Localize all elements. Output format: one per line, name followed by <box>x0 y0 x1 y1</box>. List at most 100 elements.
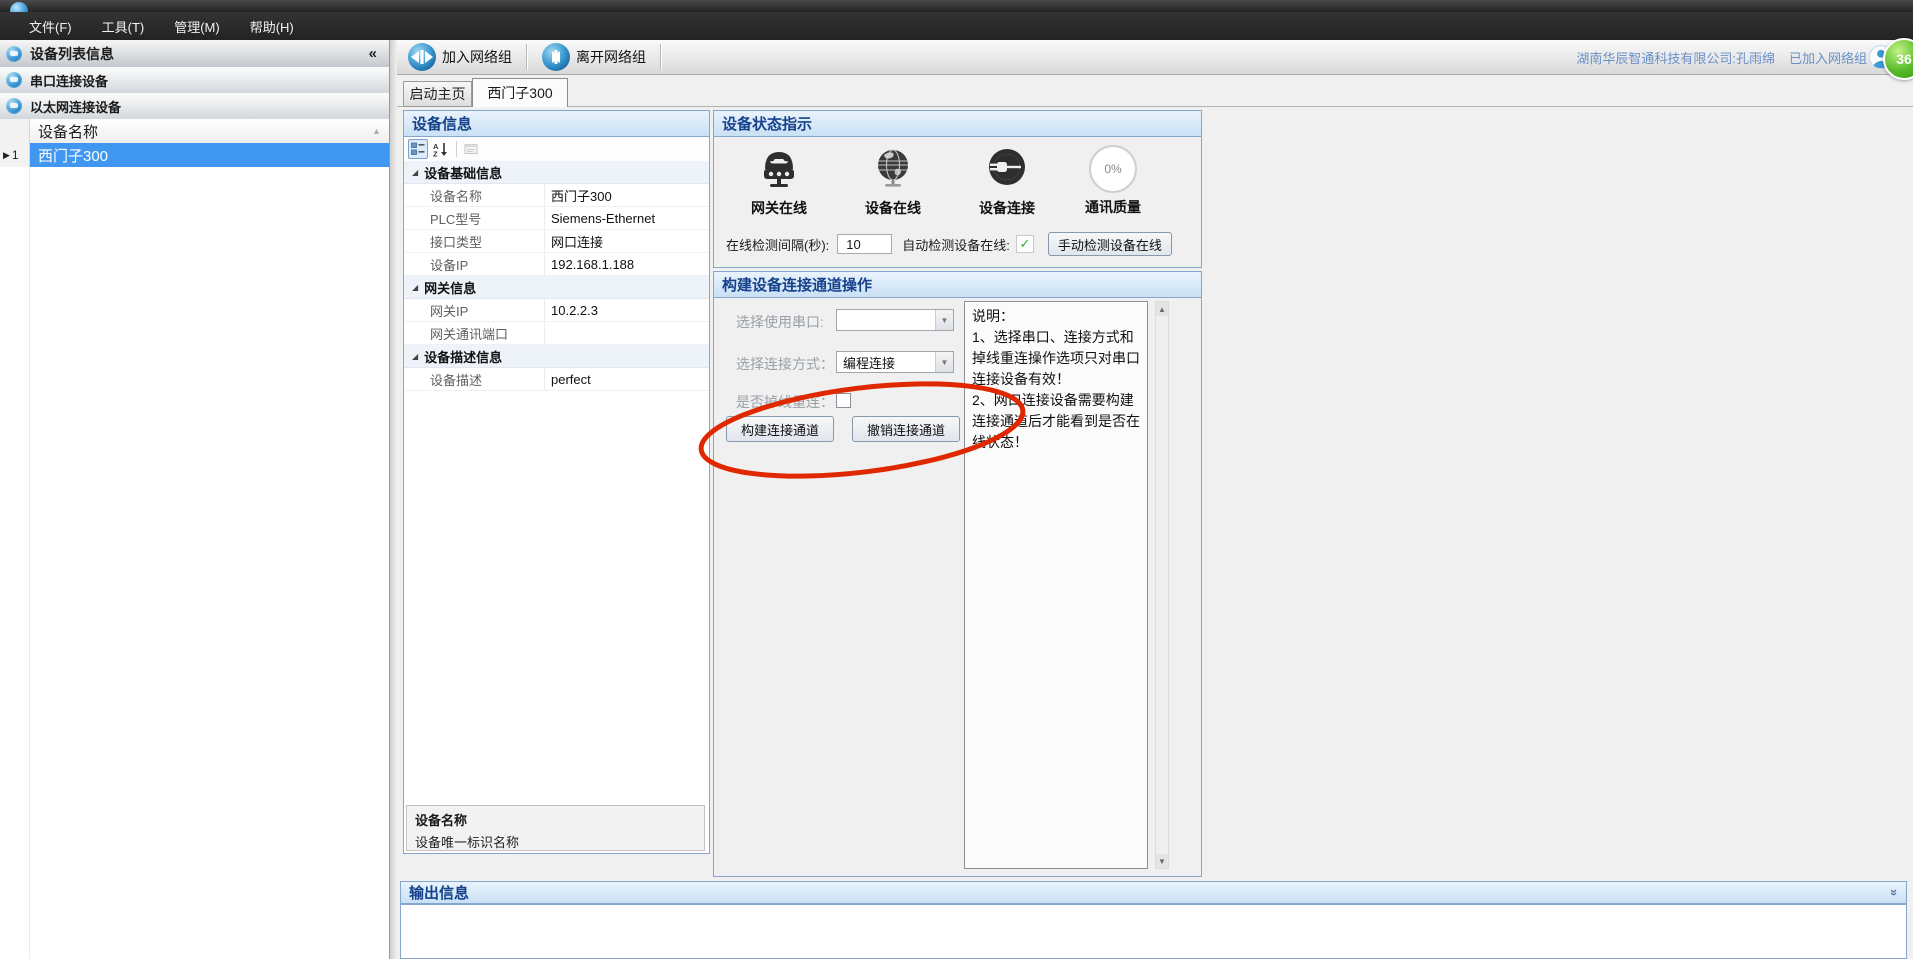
property-row[interactable]: 设备描述 perfect <box>404 368 709 391</box>
toolbar-separator <box>526 44 527 70</box>
revoke-channel-button[interactable]: 撤销连接通道 <box>852 416 960 442</box>
property-label: 网关IP <box>404 301 544 320</box>
indicator-label: 设备连接 <box>952 198 1062 218</box>
sidebar-item-label: 串口连接设备 <box>30 71 108 90</box>
chevron-down-icon: ▼ <box>935 352 953 372</box>
menu-help[interactable]: 帮助(H) <box>235 12 309 40</box>
description-text: 设备唯一标识名称 <box>415 832 696 851</box>
alphabetical-sort-button[interactable]: A Z <box>430 139 450 159</box>
chevron-down-icon: ▼ <box>935 310 953 330</box>
collapse-triangle-icon: ◢ <box>412 352 418 361</box>
categorized-view-button[interactable] <box>408 139 428 159</box>
property-pages-icon <box>464 142 478 156</box>
note-line: 1、选择串口、连接方式和掉线重连操作选项只对串口连接设备有效！ <box>972 327 1140 390</box>
sidebar-item-serial-devices[interactable]: 串口连接设备 <box>0 67 389 94</box>
property-row[interactable]: 设备IP 192.168.1.188 <box>404 253 709 276</box>
interval-input[interactable]: 10 <box>837 234 892 254</box>
svg-text:Z: Z <box>433 149 438 157</box>
main-toolbar: 加入网络组 离开网络组 湖南华辰智通科技有限公司:孔雨绵 已加入网络组 <box>397 40 1913 75</box>
table-row[interactable]: ▶ 1 西门子300 <box>0 143 389 167</box>
property-value[interactable]: 192.168.1.188 <box>544 253 709 275</box>
property-pages-button <box>461 139 481 159</box>
output-body <box>400 905 1907 959</box>
output-header: 输出信息 » <box>401 882 1906 904</box>
collapse-chevron-icon[interactable]: » <box>1887 889 1902 896</box>
property-row[interactable]: 设备名称 西门子300 <box>404 184 709 207</box>
serial-port-combobox[interactable]: ▼ <box>836 309 954 331</box>
property-row[interactable]: 接口类型 网口连接 <box>404 230 709 253</box>
device-info-header: 设备信息 <box>404 111 709 137</box>
sidebar-splitter[interactable] <box>390 40 397 959</box>
property-value[interactable] <box>544 322 709 344</box>
comm-quality-indicator: 0% 通讯质量 <box>1058 145 1168 217</box>
property-value[interactable]: 10.2.2.3 <box>544 299 709 321</box>
property-value[interactable]: Siemens-Ethernet <box>544 207 709 229</box>
serial-device-icon <box>6 72 22 88</box>
check-icon: ✓ <box>1019 236 1030 252</box>
output-title: 输出信息 <box>409 882 469 903</box>
categorized-icon <box>411 142 425 156</box>
device-connect-indicator: 设备连接 <box>952 145 1062 218</box>
scroll-up-icon[interactable]: ▲ <box>372 126 381 136</box>
manual-detect-button[interactable]: 手动检测设备在线 <box>1048 232 1172 256</box>
status-panel-title: 设备状态指示 <box>722 113 812 134</box>
collapse-triangle-icon: ◢ <box>412 168 418 177</box>
property-label: 设备名称 <box>404 186 544 205</box>
leave-network-icon <box>541 42 571 72</box>
tab-siemens300[interactable]: 西门子300 <box>472 78 568 107</box>
instruction-note-box: 说明： 1、选择串口、连接方式和掉线重连操作选项只对串口连接设备有效！ 2、网口… <box>964 301 1148 869</box>
channel-operation-panel: 构建设备连接通道操作 选择使用串口: ▼ 选择连接方式： 编程连接 ▼ 是否掉线… <box>713 271 1202 877</box>
property-value[interactable]: perfect <box>544 368 709 390</box>
toolbar-status-area: 湖南华辰智通科技有限公司:孔雨绵 已加入网络组 <box>1576 40 1867 75</box>
plug-icon <box>985 145 1029 189</box>
row-number-cell: ▶ 1 <box>0 143 30 167</box>
auto-detect-checkbox[interactable]: ✓ <box>1016 235 1034 253</box>
menu-manage[interactable]: 管理(M) <box>159 12 235 40</box>
tab-start-home[interactable]: 启动主页 <box>403 81 472 107</box>
device-name-cell[interactable]: 西门子300 <box>30 143 389 167</box>
property-group[interactable]: ◢ 网关信息 <box>404 276 709 299</box>
property-value[interactable]: 西门子300 <box>544 184 709 206</box>
quality-percent-circle: 0% <box>1089 145 1137 193</box>
device-list-icon <box>6 46 22 62</box>
menu-bar: 文件(F) 工具(T) 管理(M) 帮助(H) <box>0 12 1913 40</box>
menu-file[interactable]: 文件(F) <box>14 12 87 40</box>
toolbar-separator <box>660 44 661 70</box>
build-channel-button[interactable]: 构建连接通道 <box>726 416 834 442</box>
device-table-header: 设备名称 ▲ <box>0 119 389 145</box>
row-marker-icon: ▶ <box>3 150 10 161</box>
scroll-down-icon[interactable]: ▼ <box>1156 854 1168 868</box>
connect-mode-combobox[interactable]: 编程连接 ▼ <box>836 351 954 373</box>
reconnect-label: 是否掉线重连： <box>736 392 834 412</box>
quality-percent-value: 0% <box>1104 162 1121 176</box>
auto-detect-label: 自动检测设备在线: <box>902 235 1010 254</box>
tabstrip-divider <box>397 106 1913 107</box>
property-value[interactable]: 网口连接 <box>544 230 709 252</box>
leave-network-group-button[interactable]: 离开网络组 <box>535 42 656 73</box>
device-info-title: 设备信息 <box>412 113 472 134</box>
property-label: PLC型号 <box>404 209 544 228</box>
scroll-up-icon[interactable]: ▲ <box>1156 302 1168 316</box>
property-label: 接口类型 <box>404 232 544 251</box>
interval-label: 在线检测间隔(秒): <box>726 235 829 254</box>
reconnect-checkbox[interactable] <box>836 393 851 408</box>
property-row[interactable]: 网关通讯端口 <box>404 322 709 345</box>
sidebar-collapse-icon[interactable]: « <box>369 45 377 62</box>
note-scrollbar[interactable]: ▲ ▼ <box>1155 301 1169 869</box>
property-group[interactable]: ◢ 设备描述信息 <box>404 345 709 368</box>
property-row[interactable]: 网关IP 10.2.2.3 <box>404 299 709 322</box>
az-sort-icon: A Z <box>433 142 448 157</box>
join-network-icon <box>407 42 437 72</box>
note-title: 说明： <box>972 306 1140 327</box>
sidebar-item-ethernet-devices[interactable]: 以太网连接设备 <box>0 93 389 120</box>
group-name: 设备描述信息 <box>424 347 502 366</box>
company-user-text: 湖南华辰智通科技有限公司:孔雨绵 <box>1576 48 1775 67</box>
row-number-column-header <box>0 119 30 143</box>
group-name: 网关信息 <box>424 278 476 297</box>
menu-tools[interactable]: 工具(T) <box>87 12 160 40</box>
property-group[interactable]: ◢ 设备基础信息 <box>404 161 709 184</box>
property-row[interactable]: PLC型号 Siemens-Ethernet <box>404 207 709 230</box>
join-network-group-button[interactable]: 加入网络组 <box>401 42 522 73</box>
group-name: 设备基础信息 <box>424 163 502 182</box>
gateway-online-indicator: 网关在线 <box>724 145 834 218</box>
